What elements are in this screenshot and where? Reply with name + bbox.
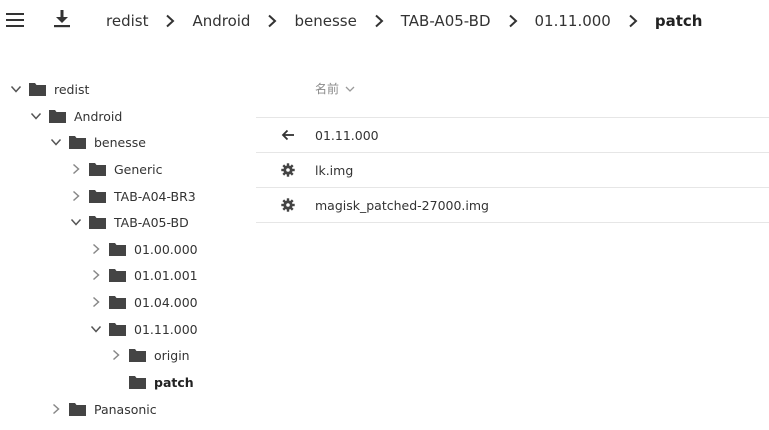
tree-item-panasonic[interactable]: Panasonic: [49, 396, 157, 422]
folder-icon: [129, 375, 146, 389]
tree-item-label: origin: [154, 347, 190, 363]
tree-item-generic[interactable]: Generic: [69, 156, 162, 182]
tree-item-tab-a05-bd[interactable]: TAB-A05-BD: [69, 209, 189, 235]
chevron-down-icon[interactable]: [49, 135, 63, 149]
tree-item-01-01-001[interactable]: 01.01.001: [89, 262, 198, 288]
breadcrumb-item-android[interactable]: Android: [192, 12, 250, 30]
folder-icon: [69, 135, 86, 149]
chevron-right-icon[interactable]: [89, 268, 103, 282]
chevron-right-icon: [148, 11, 192, 31]
tree-item-tab-a04-br3[interactable]: TAB-A04-BR3: [69, 183, 196, 209]
tree-item-origin[interactable]: origin: [109, 342, 190, 368]
folder-icon: [29, 82, 46, 96]
tree-item-label: TAB-A05-BD: [114, 214, 189, 230]
chevron-right-icon[interactable]: [69, 189, 83, 203]
tree-item-label: 01.11.000: [134, 321, 198, 337]
download-icon[interactable]: [53, 10, 71, 28]
tree-item-label: Generic: [114, 161, 163, 177]
breadcrumb: redist Android benesse TAB-A05-BD 01.11.…: [106, 0, 702, 42]
folder-icon: [109, 268, 126, 282]
chevron-right-icon[interactable]: [89, 242, 103, 256]
breadcrumb-item-benesse[interactable]: benesse: [294, 12, 356, 30]
folder-icon: [109, 295, 126, 309]
folder-icon: [89, 189, 106, 203]
tree-item-label: patch: [154, 374, 194, 390]
tree-item-benesse[interactable]: benesse: [49, 129, 146, 155]
chevron-right-icon[interactable]: [109, 348, 123, 362]
chevron-right-icon: [611, 11, 655, 31]
tree-item-01-00-000[interactable]: 01.00.000: [89, 236, 198, 262]
chevron-down-icon[interactable]: [89, 322, 103, 336]
list-row-name: 01.11.000: [315, 127, 379, 143]
folder-icon: [69, 402, 86, 416]
folder-icon: [109, 242, 126, 256]
breadcrumb-item-current: patch: [654, 12, 703, 30]
top-bar: redist Android benesse TAB-A05-BD 01.11.…: [0, 0, 769, 42]
chevron-down-icon[interactable]: [69, 215, 83, 229]
chevron-right-icon[interactable]: [49, 402, 63, 416]
breadcrumb-item-tab-a05-bd[interactable]: TAB-A05-BD: [401, 12, 491, 30]
tree-item-label: 01.00.000: [134, 241, 198, 257]
gear-icon: [280, 197, 296, 213]
chevron-right-icon[interactable]: [89, 295, 103, 309]
tree-item-label: benesse: [94, 134, 146, 150]
folder-icon: [89, 162, 106, 176]
tree-item-redist[interactable]: redist: [9, 76, 89, 102]
folder-icon: [109, 322, 126, 336]
tree-item-android[interactable]: Android: [29, 103, 122, 129]
tree-item-patch[interactable]: patch: [109, 369, 194, 395]
name-column-label: 名前: [315, 82, 340, 96]
chevron-right-icon[interactable]: [69, 162, 83, 176]
folder-icon: [129, 348, 146, 362]
name-column-header[interactable]: 名前: [315, 80, 355, 97]
hamburger-menu-icon[interactable]: [6, 11, 24, 29]
list-row-name: magisk_patched-27000.img: [315, 197, 489, 213]
folder-icon: [49, 109, 66, 123]
tree-item-label: TAB-A04-BR3: [114, 188, 196, 204]
tree-item-label: redist: [54, 81, 90, 97]
tree-item-label: Android: [74, 108, 123, 124]
chevron-down-icon[interactable]: [29, 109, 43, 123]
tree-item-label: Panasonic: [94, 401, 157, 417]
back-arrow-icon: [280, 127, 296, 143]
gear-icon: [280, 162, 296, 178]
list-row-file[interactable]: lk.img: [256, 152, 769, 187]
list-row-name: lk.img: [315, 162, 354, 178]
breadcrumb-item-redist[interactable]: redist: [106, 12, 148, 30]
chevron-right-icon: [491, 11, 535, 31]
chevron-down-icon: [345, 84, 355, 94]
folder-icon: [89, 215, 106, 229]
tree-item-label: 01.04.000: [134, 294, 198, 310]
tree-item-label: 01.01.001: [134, 267, 198, 283]
chevron-down-icon[interactable]: [9, 82, 23, 96]
list-row-file[interactable]: magisk_patched-27000.img: [256, 187, 769, 223]
breadcrumb-item-01-11-000[interactable]: 01.11.000: [535, 12, 611, 30]
tree-item-01-04-000[interactable]: 01.04.000: [89, 289, 198, 315]
chevron-right-icon: [357, 11, 401, 31]
tree-item-01-11-000[interactable]: 01.11.000: [89, 316, 198, 342]
list-row-parent[interactable]: 01.11.000: [256, 117, 769, 152]
chevron-right-icon: [250, 11, 294, 31]
